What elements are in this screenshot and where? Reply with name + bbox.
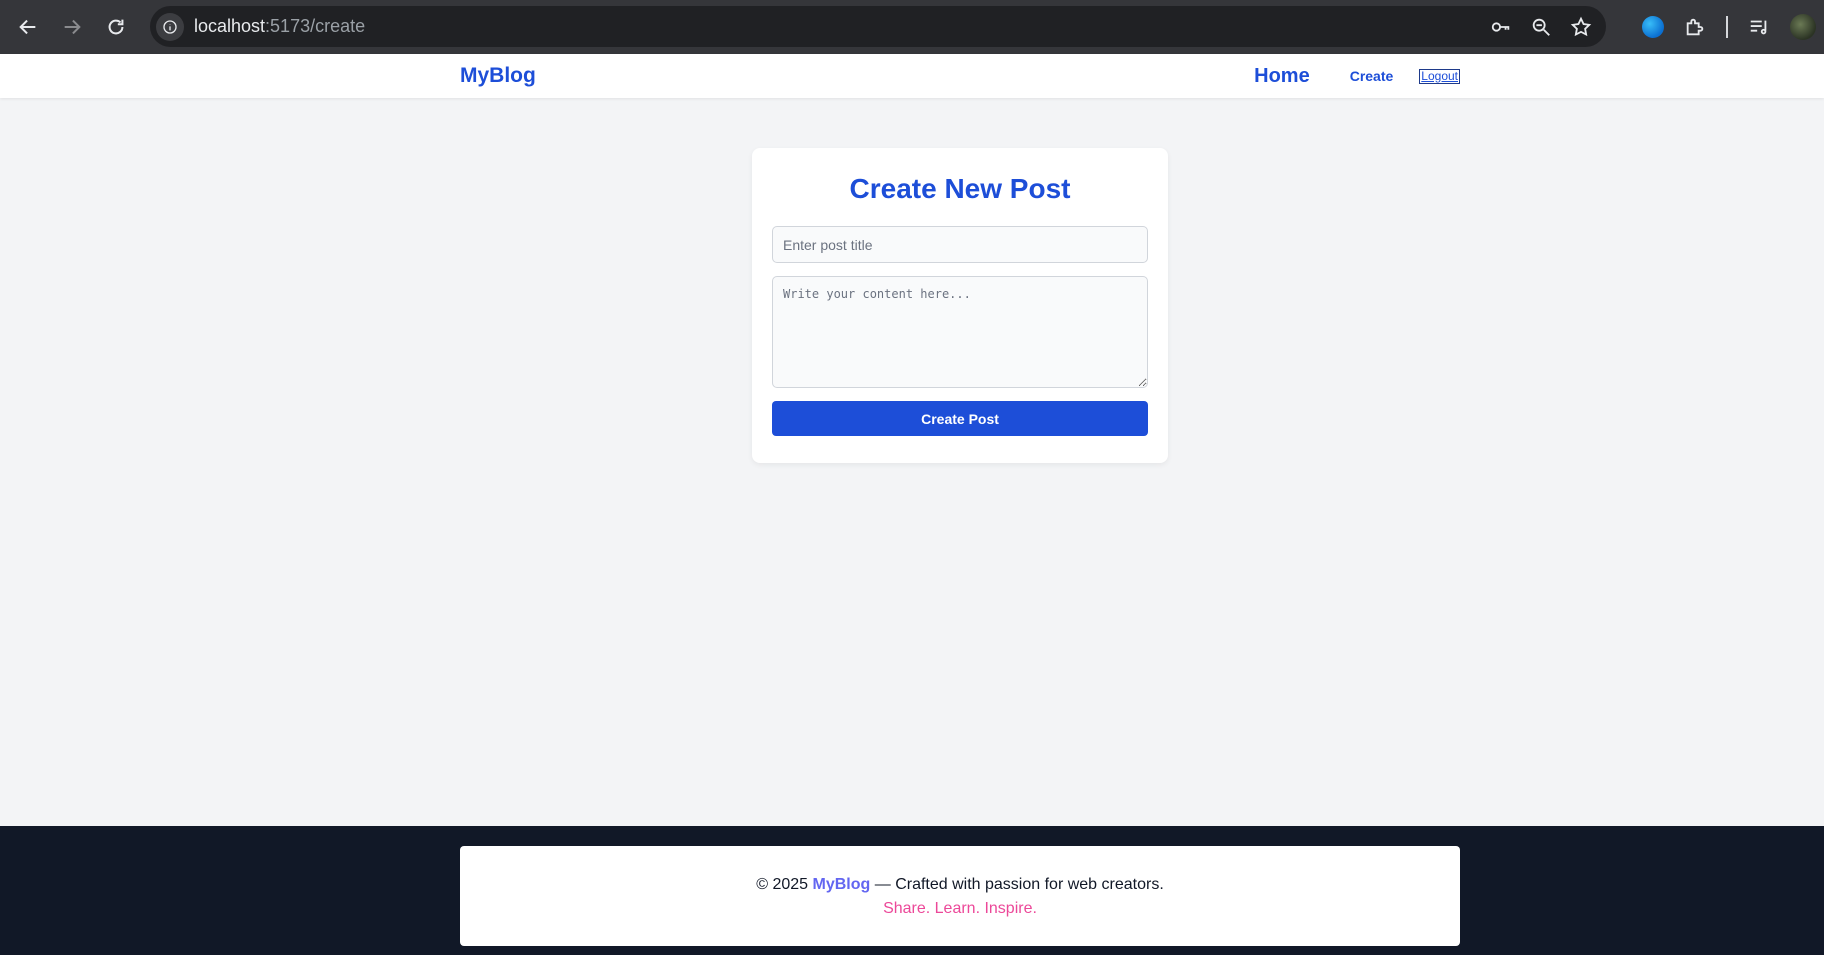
brand-logo-link[interactable]: MyBlog [460, 64, 536, 88]
create-post-button[interactable]: Create Post [772, 401, 1148, 436]
footer-box: © 2025 MyBlog — Crafted with passion for… [460, 846, 1460, 946]
zoom-icon[interactable] [1530, 16, 1552, 38]
footer-copyright: © 2025 [756, 876, 809, 893]
footer-copyright-line: © 2025 MyBlog — Crafted with passion for… [460, 876, 1460, 894]
url-path: :5173/create [265, 16, 366, 36]
footer-brand: MyBlog [812, 876, 871, 893]
arrow-right-icon [64, 19, 81, 35]
nav-create-link[interactable]: Create [1350, 68, 1394, 84]
arrow-left-icon [19, 19, 36, 35]
main-nav: Home Create Logout [1254, 65, 1460, 88]
reload-button[interactable] [94, 5, 138, 49]
toolbar-divider [1726, 16, 1728, 38]
forward-button[interactable] [50, 5, 94, 49]
media-controls-icon[interactable] [1748, 16, 1770, 38]
url-text[interactable]: localhost:5173/create [194, 16, 365, 37]
nav-home-link[interactable]: Home [1254, 65, 1310, 88]
footer-slogan: Share. Learn. Inspire. [883, 900, 1037, 917]
profile-avatar[interactable] [1790, 14, 1816, 40]
page-title: Create New Post [849, 173, 1071, 204]
extension-icon[interactable] [1642, 16, 1664, 38]
browser-toolbar: localhost:5173/create [0, 0, 1824, 54]
extensions-puzzle-icon[interactable] [1684, 16, 1706, 38]
footer-tagline: — Crafted with passion for web creators. [874, 876, 1164, 893]
create-post-card: Create New Post Create Post [752, 148, 1168, 463]
site-header: MyBlog Home Create Logout [0, 54, 1824, 98]
address-bar[interactable]: localhost:5173/create [150, 6, 1606, 47]
back-button[interactable] [6, 5, 50, 49]
url-host: localhost [194, 16, 266, 36]
post-title-input[interactable] [772, 226, 1148, 263]
site-footer: © 2025 MyBlog — Crafted with passion for… [0, 826, 1824, 955]
reload-icon [108, 19, 124, 35]
site-info-icon[interactable] [156, 12, 184, 41]
logout-button[interactable]: Logout [1419, 68, 1460, 84]
password-key-icon[interactable] [1490, 16, 1512, 38]
bookmark-star-icon[interactable] [1570, 16, 1592, 38]
post-content-textarea[interactable] [772, 276, 1148, 388]
